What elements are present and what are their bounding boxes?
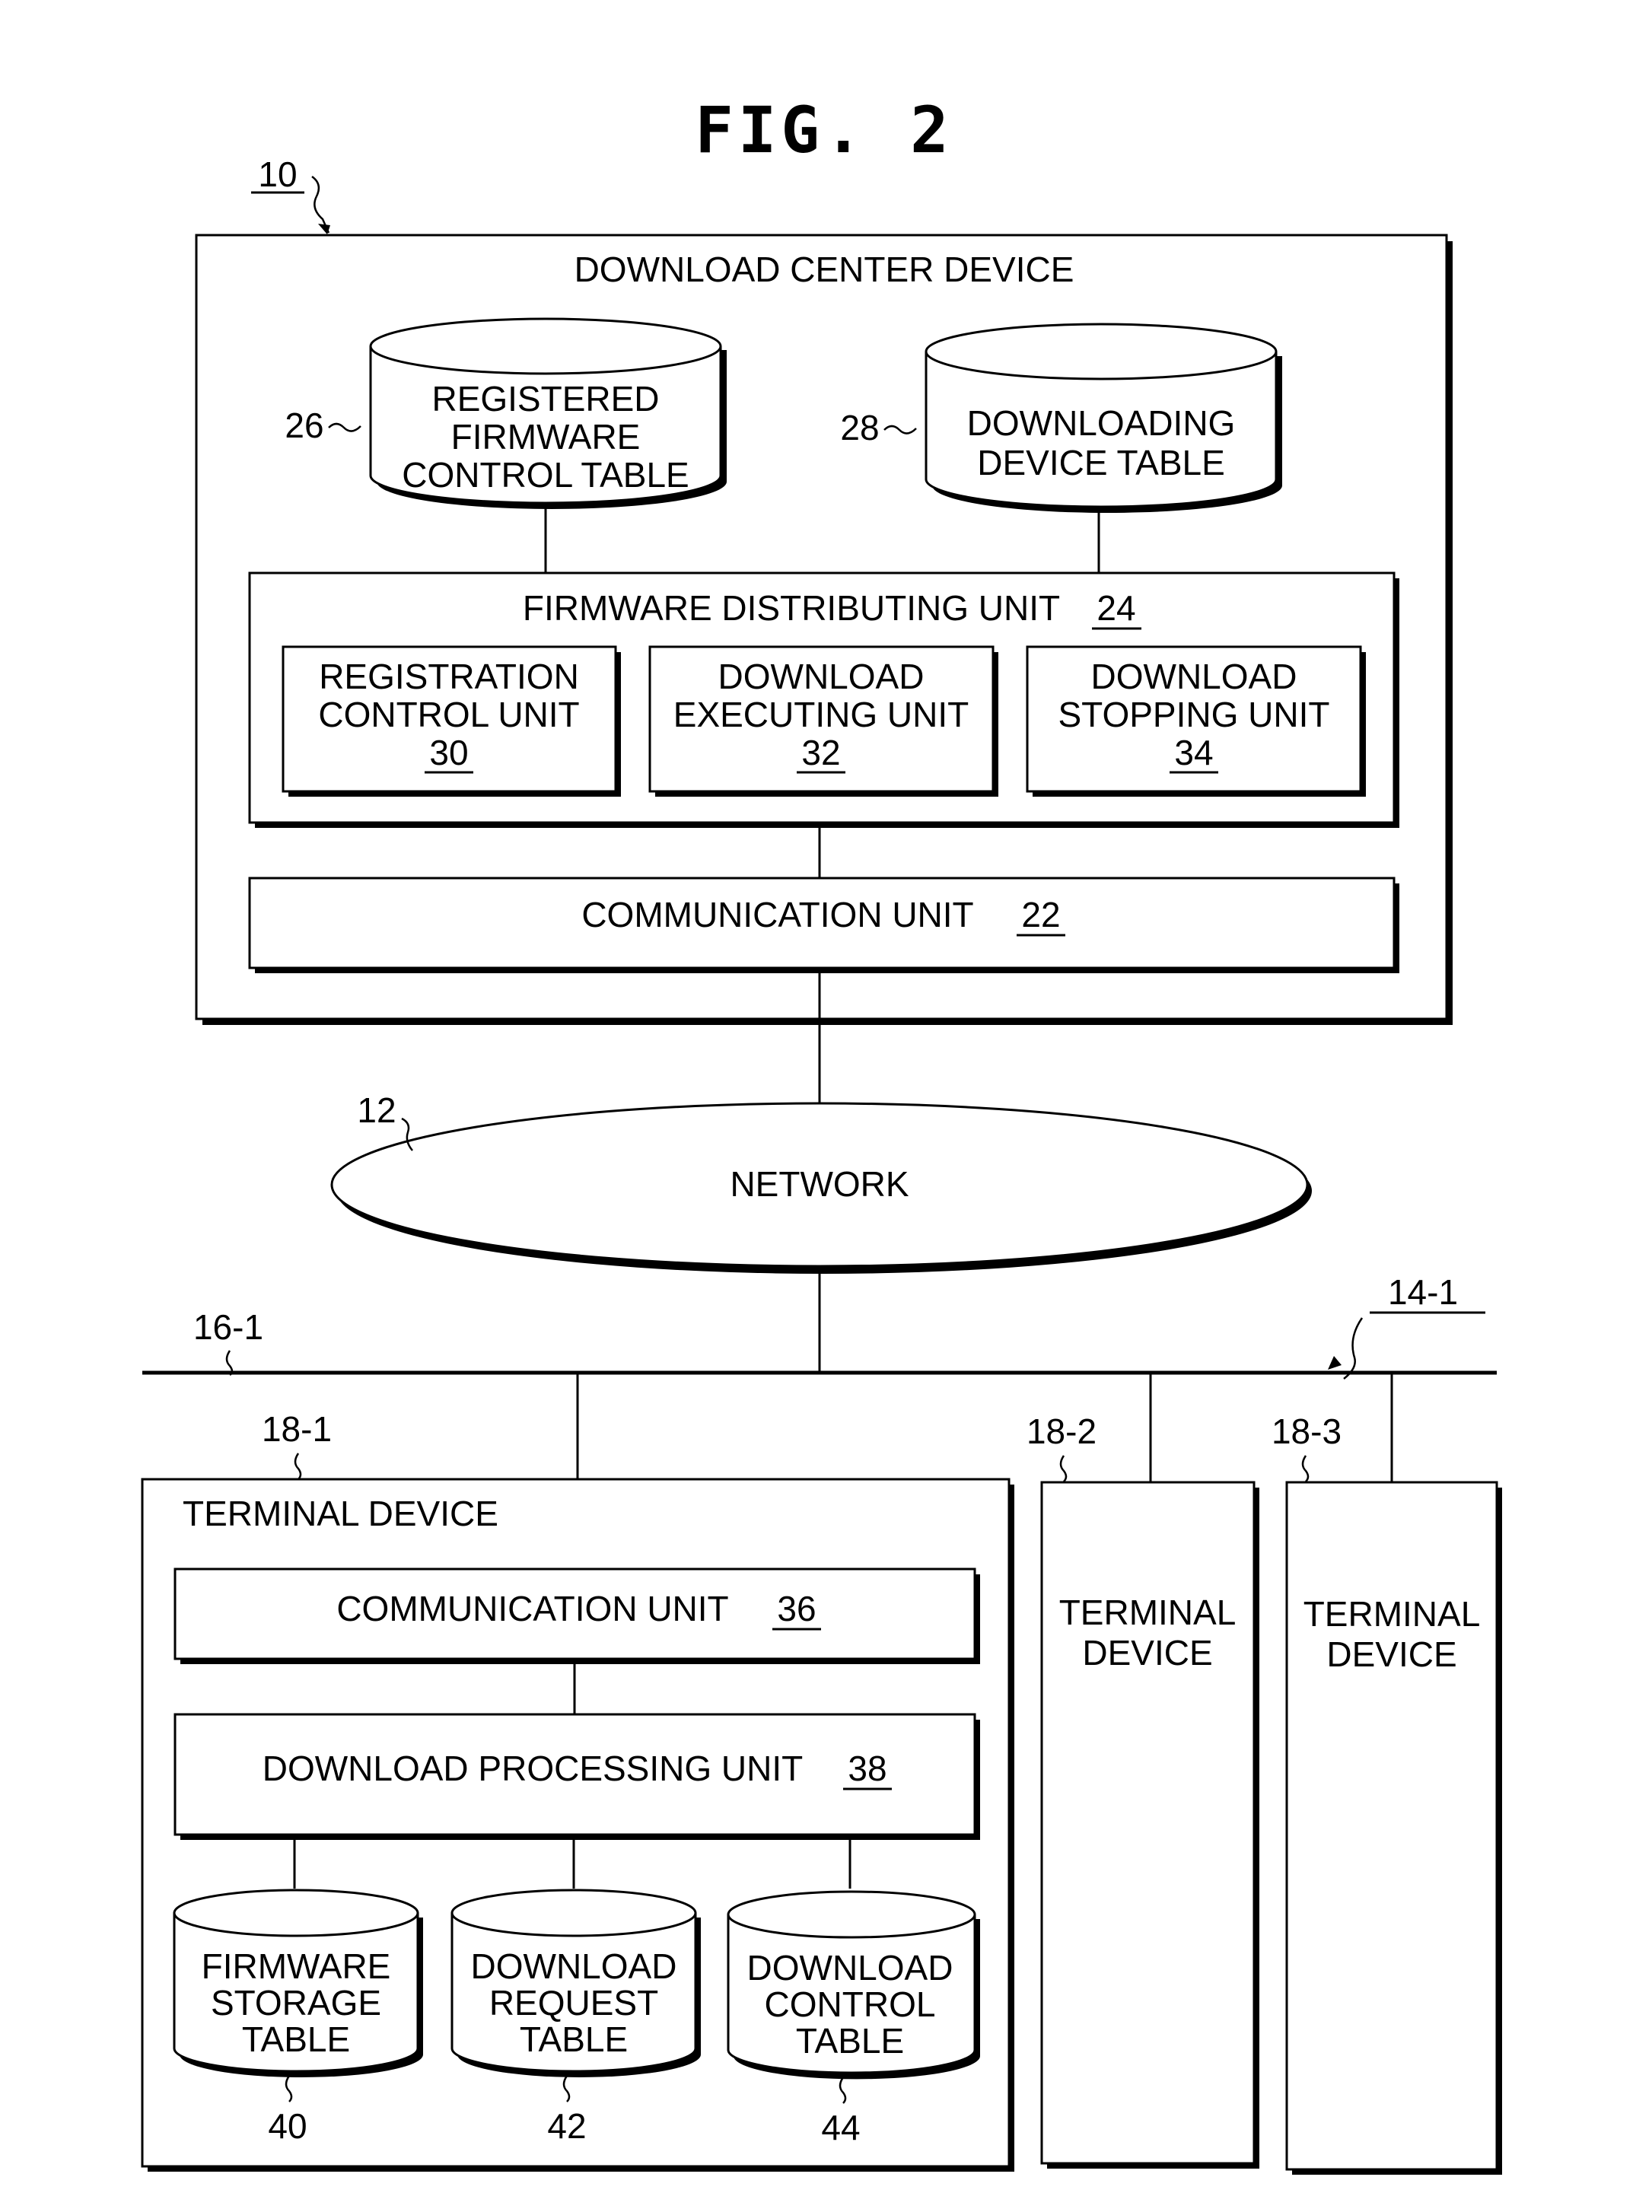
db28-line-2: DEVICE TABLE [977, 443, 1225, 482]
download-stopping-unit: DOWNLOAD STOPPING UNIT 34 [1026, 645, 1366, 797]
ref-40: 40 [268, 2106, 307, 2146]
distributing-unit-label: FIRMWARE DISTRIBUTING UNIT [523, 588, 1060, 628]
terminal-communication-unit: COMMUNICATION UNIT 36 [173, 1567, 980, 1664]
ref-18-1: 18-1 [262, 1409, 332, 1449]
figure-title: FIG. 2 [695, 93, 953, 167]
db28-line-1: DOWNLOADING [967, 403, 1236, 443]
db42-line-1: DOWNLOAD [471, 1946, 677, 1986]
ref-14-1-arrowhead [1328, 1356, 1342, 1370]
db42-line-2: REQUEST [489, 1983, 658, 2023]
ref-32: 32 [801, 733, 840, 772]
comm22-label: COMMUNICATION UNIT [581, 895, 973, 934]
db26-line-3: CONTROL TABLE [402, 455, 689, 495]
db40-line-1: FIRMWARE [202, 1946, 391, 1986]
ref-18-2: 18-2 [1027, 1412, 1097, 1451]
terminal-device-18-3: TERMINAL DEVICE [1285, 1481, 1502, 2175]
db42-line-3: TABLE [520, 2019, 628, 2059]
download-executing-unit: DOWNLOAD EXECUTING UNIT 32 [648, 645, 998, 797]
ref-16-1: 16-1 [193, 1307, 263, 1347]
firmware-storage-table: FIRMWARE STORAGE TABLE [173, 1889, 423, 2077]
figure-canvas: FIG. 2 10 DOWNLOAD CENTER DEVICE REGISTE… [141, 93, 1502, 2175]
registered-firmware-control-table: REGISTERED FIRMWARE CONTROL TABLE [369, 317, 727, 509]
ref-12: 12 [357, 1090, 396, 1130]
ref-18-3-leader [1301, 1455, 1310, 1482]
ref-44: 44 [821, 2108, 860, 2147]
network: NETWORK [330, 1102, 1312, 1274]
ref-14-1: 14-1 [1388, 1272, 1458, 1312]
db26-line-2: FIRMWARE [451, 417, 641, 457]
db44-line-2: CONTROL [765, 1984, 936, 2024]
db26-line-1: REGISTERED [431, 379, 659, 419]
center-device-label: DOWNLOAD CENTER DEVICE [575, 250, 1074, 289]
network-label: NETWORK [730, 1164, 909, 1204]
db44-line-3: TABLE [796, 2021, 904, 2061]
ref-34: 34 [1174, 733, 1213, 772]
ref-30: 30 [429, 733, 468, 772]
ref-18-2-leader [1059, 1455, 1068, 1482]
unit32-line-1: DOWNLOAD [718, 657, 925, 696]
ref-18-3: 18-3 [1272, 1412, 1342, 1451]
ref-18-1-leader [294, 1453, 302, 1480]
ref-38: 38 [848, 1749, 886, 1788]
ref-42: 42 [547, 2106, 586, 2146]
comm36-label: COMMUNICATION UNIT [336, 1589, 728, 1628]
terminal-2-line-1: TERMINAL [1059, 1593, 1237, 1632]
terminal-device-18-2: TERMINAL DEVICE [1040, 1481, 1259, 2169]
ref-10: 10 [258, 154, 297, 194]
unit30-line-2: CONTROL UNIT [318, 695, 579, 734]
ref-10-label: 10 [251, 154, 330, 234]
unit34-line-2: STOPPING UNIT [1058, 695, 1330, 734]
ref-24: 24 [1097, 588, 1135, 628]
registration-control-unit: REGISTRATION CONTROL UNIT 30 [282, 645, 621, 797]
unit34-line-1: DOWNLOAD [1091, 657, 1297, 696]
ref-26: 26 [285, 406, 323, 445]
unit30-line-1: REGISTRATION [319, 657, 579, 696]
terminal-3-line-2: DEVICE [1326, 1634, 1456, 1674]
terminal-2-line-2: DEVICE [1082, 1633, 1212, 1673]
terminal-1-label: TERMINAL DEVICE [183, 1494, 498, 1533]
ref-22: 22 [1021, 895, 1060, 934]
download-request-table: DOWNLOAD REQUEST TABLE [450, 1889, 701, 2077]
center-communication-unit: COMMUNICATION UNIT 22 [248, 877, 1399, 973]
db40-line-2: STORAGE [211, 1983, 381, 2023]
db40-line-3: TABLE [242, 2019, 350, 2059]
terminal-3-line-1: TERMINAL [1303, 1594, 1481, 1634]
download-control-table: DOWNLOAD CONTROL TABLE [727, 1890, 980, 2080]
db44-line-1: DOWNLOAD [747, 1948, 953, 1988]
ref-28: 28 [840, 408, 879, 447]
unit32-line-2: EXECUTING UNIT [673, 695, 969, 734]
proc38-label: DOWNLOAD PROCESSING UNIT [263, 1749, 804, 1788]
ref-36: 36 [777, 1589, 816, 1628]
downloading-device-table: DOWNLOADING DEVICE TABLE [925, 323, 1282, 513]
ref-14-1-leader [1343, 1317, 1364, 1380]
download-processing-unit: DOWNLOAD PROCESSING UNIT 38 [173, 1713, 980, 1840]
